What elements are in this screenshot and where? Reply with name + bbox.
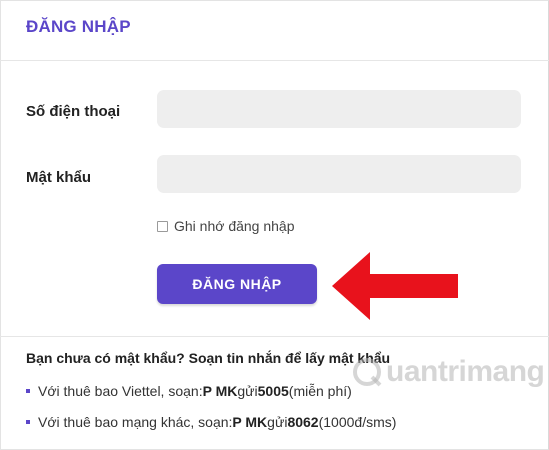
sms-middle: gửi: [267, 414, 288, 430]
sms-syntax: P MK: [202, 383, 238, 399]
sms-number: 5005: [257, 383, 289, 399]
section-divider: [0, 336, 549, 337]
sms-middle: gửi: [237, 383, 258, 399]
bullet-icon: [26, 389, 30, 393]
page-title: ĐĂNG NHẬP: [26, 17, 131, 36]
password-input[interactable]: [157, 155, 521, 193]
sms-prefix: Với thuê bao Viettel, soạn:: [38, 383, 203, 399]
phone-label: Số điện thoại: [26, 103, 121, 120]
remember-me[interactable]: Ghi nhớ đăng nhập: [157, 218, 295, 234]
remember-label: Ghi nhớ đăng nhập: [174, 218, 295, 234]
bullet-icon: [26, 420, 30, 424]
sms-item-other: Với thuê bao mạng khác, soạn: P MK gửi 8…: [26, 414, 396, 430]
password-label: Mật khẩu: [26, 169, 92, 186]
sms-suffix: (1000đ/sms): [318, 414, 397, 430]
red-arrow-icon: [332, 252, 458, 320]
phone-input[interactable]: [157, 90, 521, 128]
remember-checkbox[interactable]: [157, 220, 168, 232]
sms-syntax: P MK: [232, 414, 268, 430]
sms-prompt: Bạn chưa có mật khẩu? Soạn tin nhắn để l…: [26, 350, 391, 366]
sms-item-viettel: Với thuê bao Viettel, soạn: P MK gửi 500…: [26, 383, 352, 399]
panel-header: ĐĂNG NHẬP: [0, 0, 549, 61]
login-button[interactable]: ĐĂNG NHẬP: [157, 264, 317, 304]
sms-suffix: (miễn phí): [288, 383, 352, 399]
sms-prefix: Với thuê bao mạng khác, soạn:: [38, 414, 233, 430]
sms-number: 8062: [287, 414, 319, 430]
